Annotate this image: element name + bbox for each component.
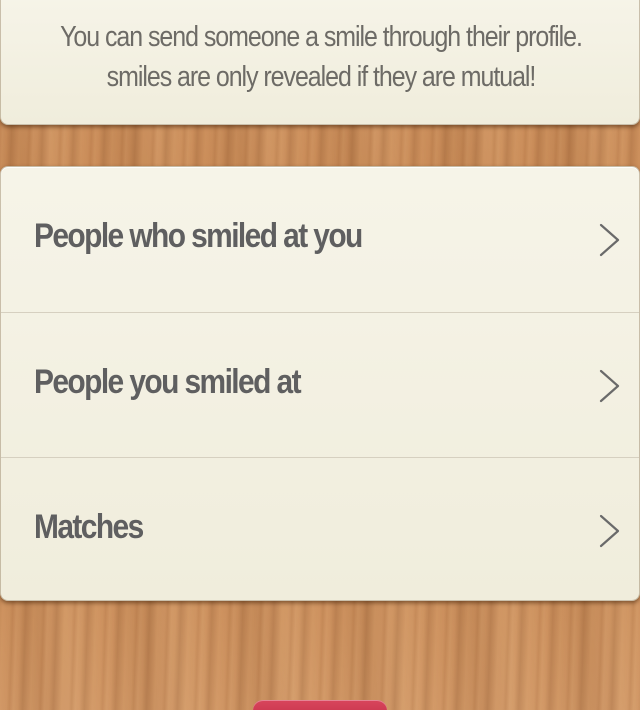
bottom-action-button[interactable] (253, 700, 387, 710)
chevron-right-icon (599, 223, 620, 257)
menu-item-matches[interactable]: Matches (1, 457, 639, 602)
chevron-right-icon (599, 369, 620, 403)
menu-item-label: People who smiled at you (34, 217, 363, 255)
menu-item-label: People you smiled at (34, 363, 302, 401)
smile-info-text: You can send someone a smile through the… (46, 17, 596, 97)
info-line-1: You can send someone a smile through the… (60, 21, 583, 53)
menu-item-people-who-smiled-at-you[interactable]: People who smiled at you (1, 167, 639, 312)
menu-item-label: Matches (34, 508, 144, 546)
chevron-right-icon (599, 514, 620, 548)
smiles-menu: People who smiled at you People you smil… (0, 166, 640, 601)
menu-item-people-you-smiled-at[interactable]: People you smiled at (1, 312, 639, 457)
info-line-2: smiles are only revealed if they are mut… (106, 61, 537, 93)
info-card: You can send someone a smile through the… (0, 0, 640, 125)
